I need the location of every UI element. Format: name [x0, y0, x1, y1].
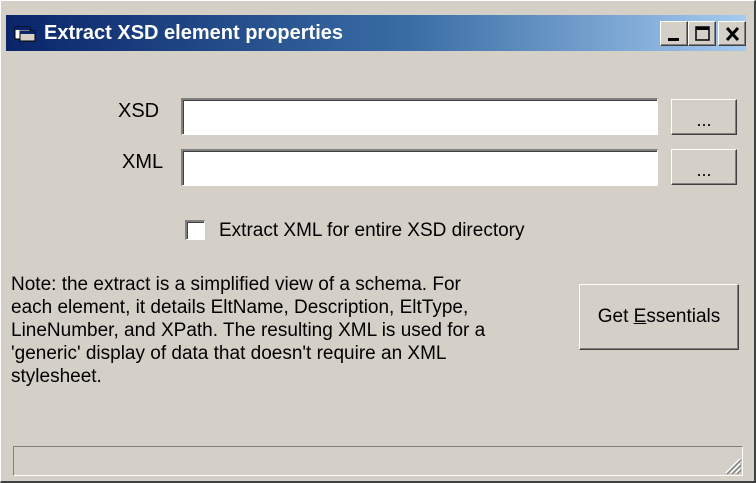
xsd-browse-button[interactable]: ...	[671, 99, 737, 135]
maximize-button[interactable]	[688, 21, 716, 46]
get-essentials-label-post: ssentials	[646, 306, 721, 327]
app-window-icon	[14, 26, 36, 42]
dialog-window: Extract XSD element properties XSD ... X…	[0, 0, 756, 483]
xsd-path-input[interactable]	[181, 98, 658, 135]
minimize-button[interactable]	[660, 21, 688, 46]
note-line: Note: the extract is a simplified view o…	[11, 274, 461, 295]
xml-path-input[interactable]	[181, 149, 658, 186]
maximize-icon	[695, 26, 710, 41]
note-line: 'generic' display of data that doesn't r…	[11, 343, 447, 364]
xml-browse-button[interactable]: ...	[671, 149, 737, 185]
window-title: Extract XSD element properties	[44, 22, 343, 44]
xml-label: XML	[122, 151, 164, 173]
xml-browse-label: ...	[696, 160, 712, 180]
close-icon	[725, 26, 740, 42]
note-line: LineNumber, and XPath. The resulting XML…	[11, 320, 486, 341]
note-line: each element, it details EltName, Descri…	[11, 297, 469, 318]
title-bar[interactable]: Extract XSD element properties	[6, 15, 746, 51]
note-text: Note: the extract is a simplified view o…	[11, 273, 571, 388]
resize-grip-icon[interactable]	[720, 453, 742, 475]
xsd-label: XSD	[118, 100, 160, 122]
close-button[interactable]	[718, 21, 746, 46]
entire-directory-checkbox[interactable]	[185, 220, 205, 240]
xsd-browse-label: ...	[696, 110, 712, 130]
note-line: stylesheet.	[11, 366, 102, 387]
get-essentials-label-pre: Get	[597, 306, 634, 327]
get-essentials-accel-key: E	[633, 306, 647, 327]
status-bar	[13, 446, 743, 476]
minimize-icon	[668, 38, 679, 41]
get-essentials-button[interactable]: Get Essentials	[579, 284, 739, 350]
entire-directory-checkbox-label[interactable]: Extract XML for entire XSD directory	[219, 219, 525, 243]
